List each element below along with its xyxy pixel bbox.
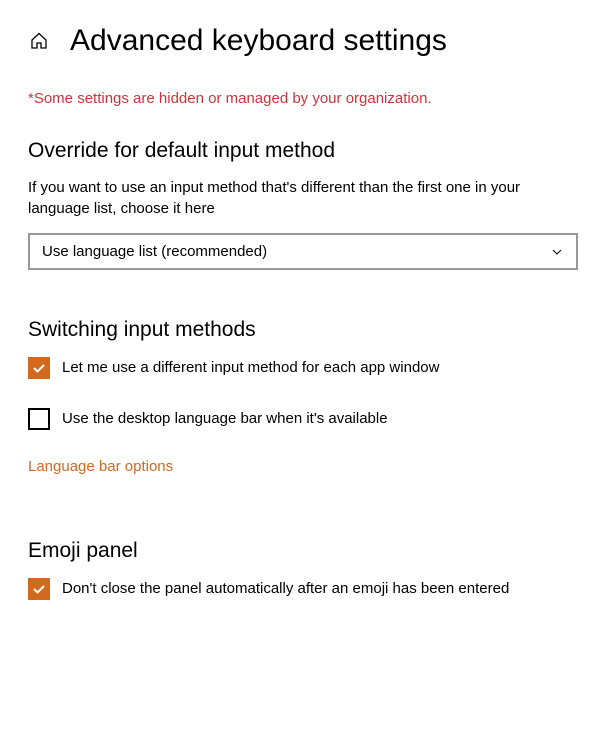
policy-notice: *Some settings are hidden or managed by …	[28, 90, 578, 107]
per-window-input-label: Let me use a different input method for …	[62, 356, 439, 378]
override-section-title: Override for default input method	[28, 139, 578, 163]
emoji-section-title: Emoji panel	[28, 539, 578, 563]
emoji-panel-close-label: Don't close the panel automatically afte…	[62, 577, 509, 599]
chevron-down-icon	[550, 245, 564, 259]
override-description: If you want to use an input method that'…	[28, 177, 578, 219]
dropdown-value: Use language list (recommended)	[42, 243, 267, 260]
desktop-language-bar-label: Use the desktop language bar when it's a…	[62, 407, 388, 429]
home-icon[interactable]	[28, 30, 50, 52]
language-bar-options-link[interactable]: Language bar options	[28, 458, 173, 475]
page-title: Advanced keyboard settings	[70, 24, 447, 58]
desktop-language-bar-checkbox[interactable]	[28, 408, 50, 430]
per-window-input-checkbox[interactable]	[28, 357, 50, 379]
emoji-panel-close-checkbox[interactable]	[28, 578, 50, 600]
input-method-dropdown[interactable]: Use language list (recommended)	[28, 233, 578, 270]
switching-section-title: Switching input methods	[28, 318, 578, 342]
